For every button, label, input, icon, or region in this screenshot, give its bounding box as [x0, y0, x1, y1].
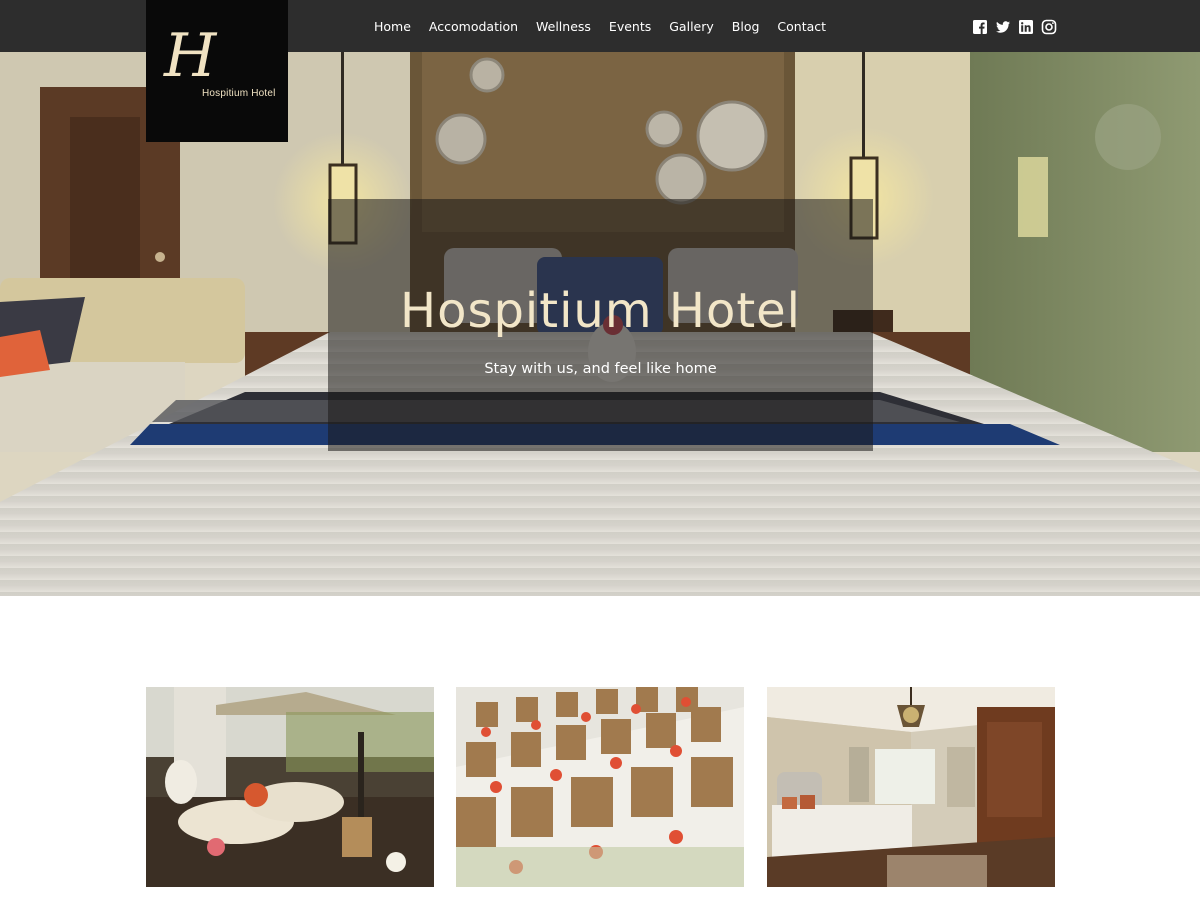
hero-title: Hospitium Hotel: [399, 283, 801, 339]
nav-blog[interactable]: Blog: [732, 19, 760, 34]
events-card[interactable]: [456, 687, 744, 887]
nav-events[interactable]: Events: [609, 19, 651, 34]
nav-wellness[interactable]: Wellness: [536, 19, 591, 34]
spa-card[interactable]: [146, 687, 434, 887]
nav-gallery[interactable]: Gallery: [669, 19, 714, 34]
logo-monogram: H: [164, 21, 217, 91]
logo-text: Hospitium Hotel: [202, 88, 276, 99]
rooms-card[interactable]: [767, 687, 1055, 887]
main-nav: Home Accomodation Wellness Events Galler…: [374, 0, 826, 52]
nav-home[interactable]: Home: [374, 19, 411, 34]
instagram-icon[interactable]: [1041, 19, 1057, 35]
banquet-hall-image: [456, 687, 744, 887]
nav-contact[interactable]: Contact: [777, 19, 826, 34]
linkedin-icon[interactable]: [1018, 19, 1034, 35]
social-links: [972, 19, 1057, 35]
spa-towels-image: [146, 687, 434, 887]
luxury-bedroom-image: [767, 687, 1055, 887]
facebook-icon[interactable]: [972, 19, 988, 35]
twitter-icon[interactable]: [995, 19, 1011, 35]
hotel-logo[interactable]: H Hospitium Hotel: [146, 0, 288, 142]
hero-caption-box: Hospitium Hotel Stay with us, and feel l…: [328, 199, 873, 451]
hero-tagline: Stay with us, and feel like home: [484, 361, 717, 377]
nav-accomodation[interactable]: Accomodation: [429, 19, 518, 34]
